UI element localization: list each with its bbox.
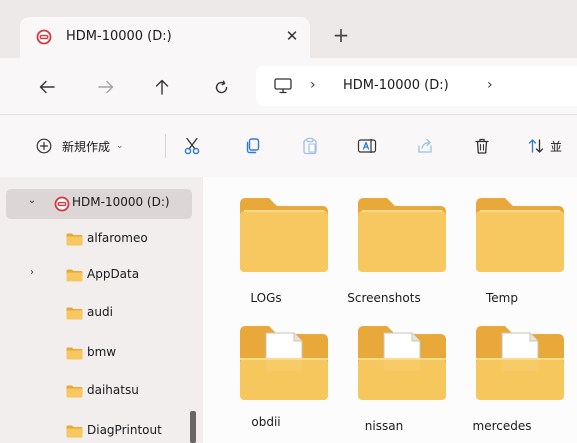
folder-icon [66,347,83,360]
folder-tile-label: nissan [364,419,404,433]
folder-icon [66,269,83,282]
paste-button[interactable] [298,134,322,158]
refresh-button[interactable] [210,76,232,98]
arrow-left-icon [39,80,55,94]
new-tab-button[interactable]: + [330,25,352,47]
scissors-icon [184,137,200,155]
sidebar-item-bmw[interactable]: bmw [0,335,200,369]
share-button[interactable] [413,134,437,158]
folder-icon [66,233,83,246]
sidebar-item-appdata[interactable]: › AppData [0,257,200,291]
sidebar-item-label: daihatsu [87,383,139,397]
folder-tile-label: obdii [251,415,281,429]
delete-button[interactable] [470,134,494,158]
breadcrumb-drive[interactable]: HDM-10000 (D:) [343,78,449,93]
copy-icon [246,138,260,154]
folder-icon [240,198,328,272]
breadcrumb-separator-icon[interactable]: › [487,77,493,93]
tab-title: HDM-10000 (D:) [66,29,172,44]
sidebar-item-label: AppData [87,267,140,281]
navigation-bar: › HDM-10000 (D:) › [0,58,577,114]
share-icon [418,138,432,153]
folder-tile-label: mercedes [472,419,532,433]
folder-icon [358,198,446,272]
address-bar[interactable]: › HDM-10000 (D:) › [256,66,577,106]
folder-tile-mercedes[interactable]: mercedes [447,305,564,433]
folder-with-files-icon [358,326,446,400]
sidebar-item-diagprintout[interactable]: DiagPrintout [0,413,200,443]
sidebar-item-audi[interactable]: audi [0,295,200,329]
folder-icon [66,425,83,438]
computer-icon [274,78,292,94]
navigation-pane: ⌄ HDM-10000 (D:) alfaromeo › AppData aud… [0,177,203,443]
drive-icon [54,196,70,212]
copy-button[interactable] [241,134,265,158]
folder-icon [66,307,83,320]
folder-with-files-icon [240,326,328,400]
toolbar-divider [165,134,166,158]
back-button[interactable] [36,76,58,98]
sort-button-label: 並 [550,139,563,154]
up-button[interactable] [151,76,173,98]
chevron-down-icon: ⌄ [116,141,124,151]
sidebar-item-hdm-drive[interactable]: ⌄ HDM-10000 (D:) [0,185,200,219]
title-bar: HDM-10000 (D:) ✕ + [0,0,577,58]
new-button-label: 新規作成 [62,139,111,154]
drive-icon [36,29,52,45]
chevron-right-icon[interactable]: › [26,267,38,279]
close-icon[interactable]: ✕ [282,26,302,46]
folder-tile-obdii[interactable]: obdii [211,305,328,429]
folder-tile-temp[interactable]: Temp [447,177,564,305]
refresh-icon [215,80,227,93]
breadcrumb-separator-icon[interactable]: › [310,77,316,93]
folder-icon [66,385,83,398]
forward-button[interactable] [95,76,117,98]
trash-icon [475,138,489,154]
new-button[interactable]: 新規作成 ⌄ [36,135,124,157]
folder-tile-label: LOGs [250,291,282,305]
folder-tile-label: Temp [486,291,518,305]
arrow-up-icon [155,79,169,95]
chevron-down-icon[interactable]: ⌄ [26,195,38,207]
cut-button[interactable] [180,134,204,158]
folder-tile-logs[interactable]: LOGs [211,177,328,305]
sort-button[interactable]: 並 [528,134,562,158]
sort-icon [528,139,544,153]
plus-circle-icon [36,138,52,154]
folder-tile-screenshots[interactable]: Screenshots [329,177,446,305]
sidebar-scrollbar[interactable] [190,411,196,443]
sidebar-item-label: bmw [87,345,117,359]
arrow-right-icon [98,80,114,94]
sidebar-item-label: audi [87,305,113,319]
sidebar-item-daihatsu[interactable]: daihatsu [0,373,200,407]
file-view: LOGs Screenshots Temp obdii nissan merce… [203,177,577,443]
tab-hdm-drive[interactable]: HDM-10000 (D:) ✕ [20,17,310,58]
sidebar-item-label: DiagPrintout [87,423,162,437]
sidebar-item-label: alfaromeo [87,231,148,245]
rename-button[interactable] [355,134,379,158]
sidebar-item-alfaromeo[interactable]: alfaromeo [0,221,200,255]
folder-icon [476,198,564,272]
command-toolbar: 新規作成 ⌄ 並 [0,115,577,177]
clipboard-icon [303,137,317,155]
sidebar-item-label: HDM-10000 (D:) [72,195,170,209]
rename-icon [357,139,377,153]
folder-tile-nissan[interactable]: nissan [329,305,446,433]
folder-tile-label: Screenshots [347,291,421,305]
folder-with-files-icon [476,326,564,400]
